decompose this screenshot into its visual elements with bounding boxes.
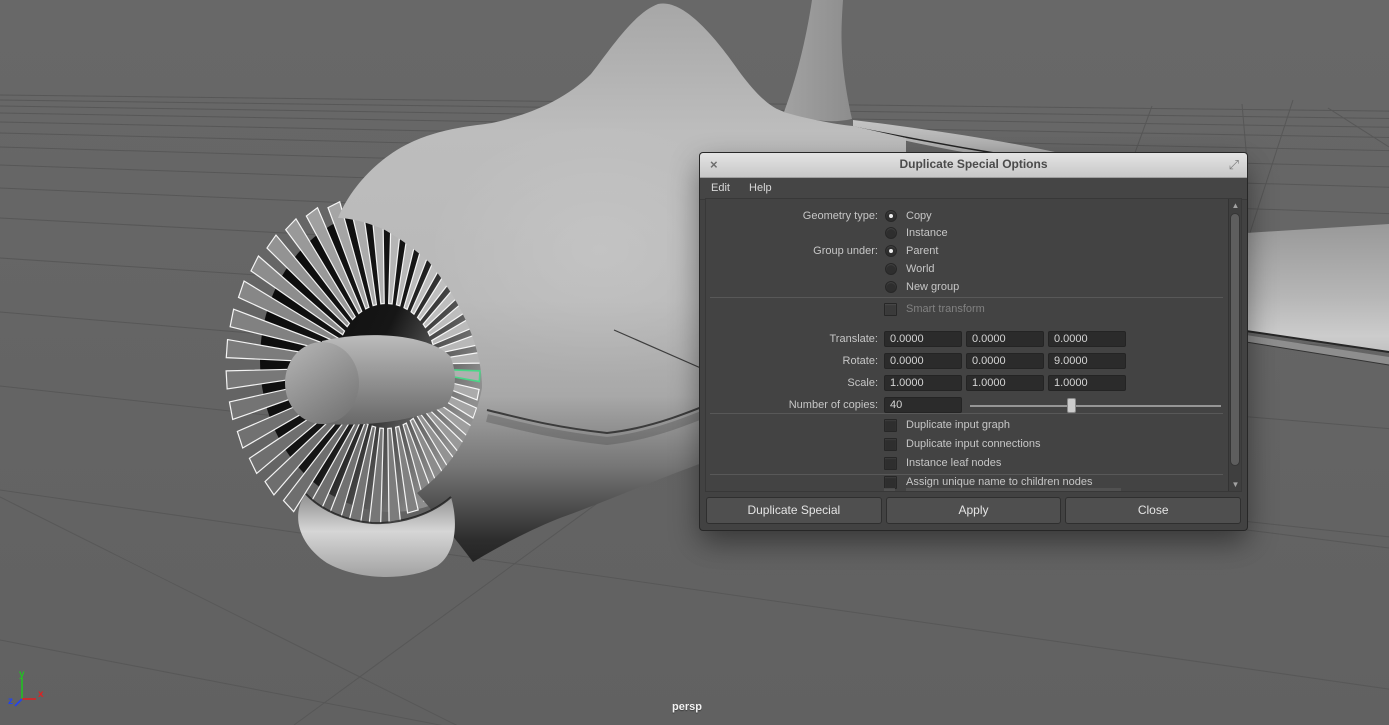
scale-z-field[interactable] xyxy=(1048,375,1126,391)
checkbox-instance-leaf-nodes[interactable] xyxy=(884,457,897,470)
maya-window: { "scene": { "camera_label": "persp", "a… xyxy=(0,0,1389,725)
duplicate-input-graph-label: Duplicate input graph xyxy=(906,418,1010,432)
radio-instance[interactable] xyxy=(885,227,897,239)
radio-copy-label[interactable]: Copy xyxy=(906,209,932,223)
separator xyxy=(710,297,1223,298)
checkbox-duplicate-input-connections[interactable] xyxy=(884,438,897,451)
radio-world[interactable] xyxy=(885,263,897,275)
y-axis-label: y xyxy=(19,669,25,680)
checkbox-smart-transform[interactable] xyxy=(884,303,897,316)
x-axis-label: x xyxy=(38,689,44,700)
dialog-scroll-area: Geometry type: Copy Instance Group under… xyxy=(705,198,1242,492)
radio-instance-label[interactable]: Instance xyxy=(906,226,948,240)
radio-new-group-label[interactable]: New group xyxy=(906,280,959,294)
camera-name-label: persp xyxy=(652,701,722,713)
radio-copy[interactable] xyxy=(885,210,897,222)
rotate-y-field[interactable] xyxy=(966,353,1044,369)
propeller-hub-cap[interactable] xyxy=(285,342,359,424)
dialog-scrollbar[interactable]: ▲ ▼ xyxy=(1228,199,1241,491)
duplicate-special-button[interactable]: Duplicate Special xyxy=(706,497,882,524)
view-axis-gizmo: y x z xyxy=(4,668,56,718)
checkbox-duplicate-input-graph[interactable] xyxy=(884,419,897,432)
slider-handle[interactable] xyxy=(1067,398,1076,413)
rotate-z-field[interactable] xyxy=(1048,353,1126,369)
number-of-copies-slider[interactable] xyxy=(970,397,1221,413)
dialog-titlebar[interactable]: × Duplicate Special Options ⤢ xyxy=(700,153,1247,178)
dialog-title: Duplicate Special Options xyxy=(700,157,1247,171)
z-axis-line xyxy=(15,699,22,706)
slider-track[interactable] xyxy=(970,405,1221,407)
translate-x-field[interactable] xyxy=(884,331,962,347)
group-under-label: Group under: xyxy=(706,244,878,258)
rotate-x-field[interactable] xyxy=(884,353,962,369)
right-wing[interactable] xyxy=(1246,224,1389,352)
radio-new-group[interactable] xyxy=(885,281,897,293)
duplicate-special-options-dialog: × Duplicate Special Options ⤢ Edit Help … xyxy=(700,153,1247,530)
number-of-copies-field[interactable] xyxy=(884,397,962,413)
translate-z-field[interactable] xyxy=(1048,331,1126,347)
rotate-label: Rotate: xyxy=(706,354,878,368)
scroll-up-icon[interactable]: ▲ xyxy=(1229,199,1242,212)
expand-icon[interactable]: ⤢ xyxy=(1229,156,1239,173)
translate-label: Translate: xyxy=(706,332,878,346)
dialog-button-row: Duplicate Special Apply Close xyxy=(706,497,1241,524)
scale-label: Scale: xyxy=(706,376,878,390)
duplicate-input-connections-label: Duplicate input connections xyxy=(906,437,1041,451)
number-of-copies-label: Number of copies: xyxy=(706,398,878,412)
scale-x-field[interactable] xyxy=(884,375,962,391)
scale-y-field[interactable] xyxy=(966,375,1044,391)
radio-parent-label[interactable]: Parent xyxy=(906,244,938,258)
menu-edit[interactable]: Edit xyxy=(703,178,738,194)
instance-leaf-nodes-label: Instance leaf nodes xyxy=(906,456,1001,470)
scroll-thumb[interactable] xyxy=(1230,213,1240,466)
apply-button[interactable]: Apply xyxy=(886,497,1062,524)
assign-unique-name-label: Assign unique name to children nodes xyxy=(906,475,1093,489)
close-button[interactable]: Close xyxy=(1065,497,1241,524)
separator xyxy=(710,413,1223,414)
translate-y-field[interactable] xyxy=(966,331,1044,347)
menu-help[interactable]: Help xyxy=(741,178,780,194)
geometry-type-label: Geometry type: xyxy=(706,209,878,223)
smart-transform-label: Smart transform xyxy=(906,302,985,316)
scroll-down-icon[interactable]: ▼ xyxy=(1229,478,1242,491)
radio-world-label[interactable]: World xyxy=(906,262,935,276)
z-axis-label: z xyxy=(8,696,13,707)
radio-parent[interactable] xyxy=(885,245,897,257)
dialog-menubar: Edit Help xyxy=(700,178,1247,200)
